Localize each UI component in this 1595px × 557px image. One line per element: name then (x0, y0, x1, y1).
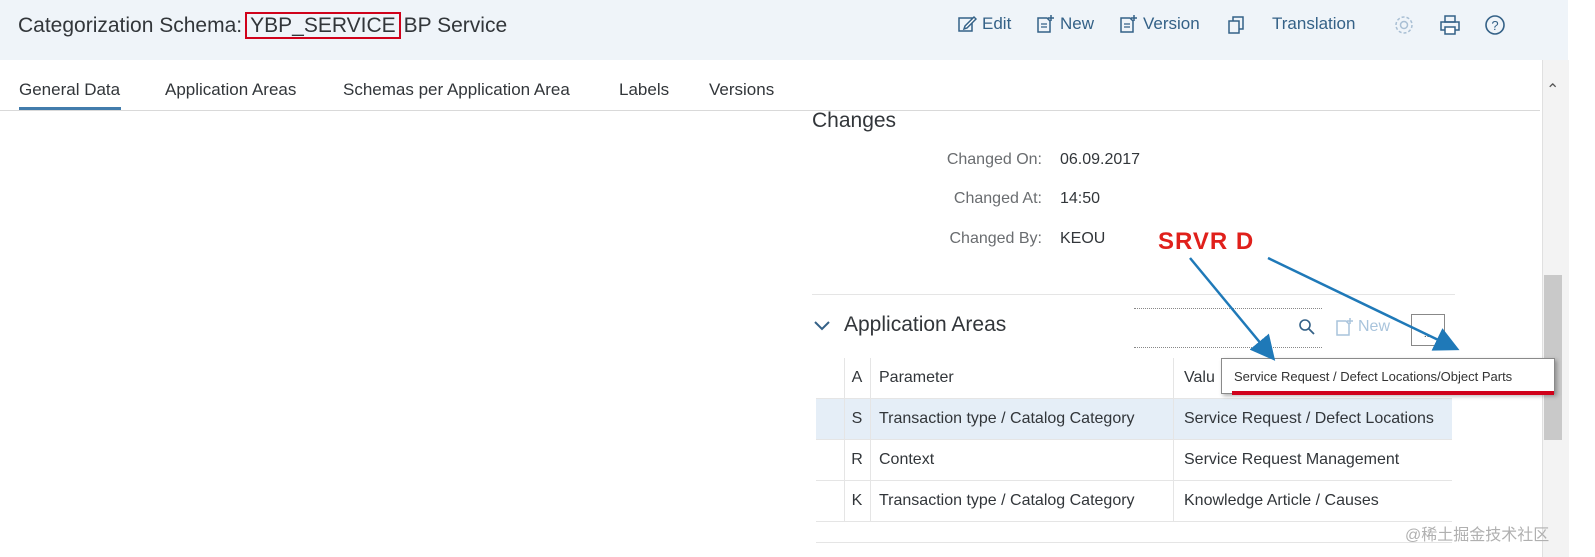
watermark: @稀土掘金技术社区 (1405, 527, 1550, 544)
annotation-label: SRVR D (1158, 228, 1255, 255)
arrow-to-more-button (1267, 256, 1460, 351)
arrow-to-tooltip (1189, 257, 1276, 361)
annotation-arrows (1189, 256, 1460, 361)
